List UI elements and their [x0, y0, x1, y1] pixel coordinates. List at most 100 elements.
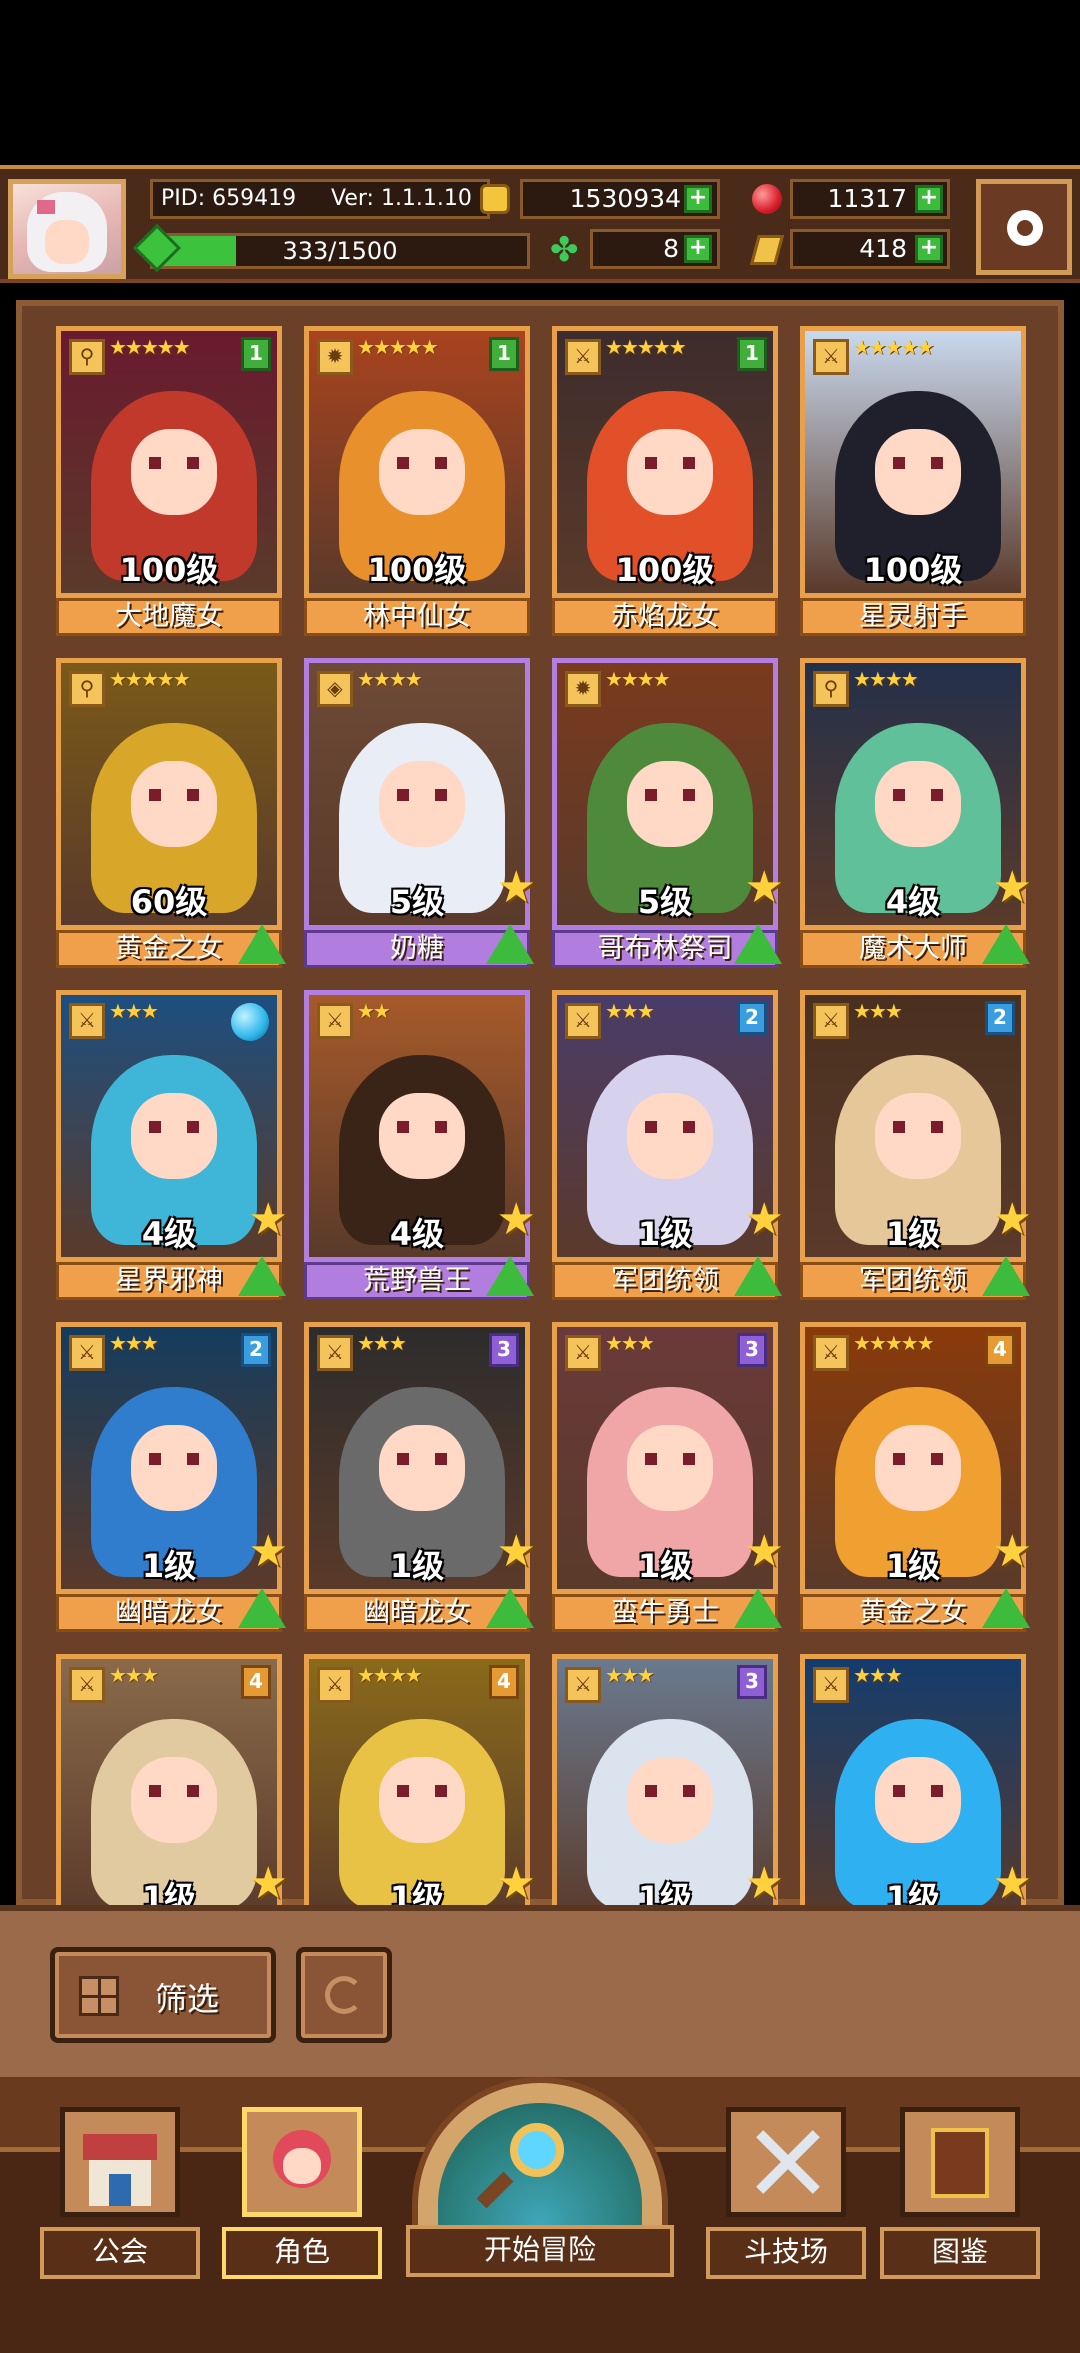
character-face	[627, 429, 713, 515]
sword-icon: ⚔	[565, 339, 601, 375]
character-card[interactable]: ⚔ ★★★★★ 100级 星灵射手	[800, 326, 1026, 636]
star-up-icon[interactable]: ★	[993, 1194, 1032, 1245]
nav-characters[interactable]: 角色	[222, 2107, 382, 2287]
character-card[interactable]: ✹ ★★★★★ 1 100级 林中仙女	[304, 326, 530, 636]
awakening-badge: 3	[737, 1333, 767, 1367]
character-eye	[149, 1453, 161, 1465]
star-up-icon[interactable]: ★	[497, 1194, 536, 1245]
character-card[interactable]: ⚔ ★★★ 2 1级 军团统领 ★	[800, 990, 1032, 1300]
sort-refresh-button[interactable]	[296, 1947, 392, 2043]
level-up-arrow-icon[interactable]	[238, 1588, 286, 1628]
character-level: 1级	[637, 1547, 693, 1585]
character-eye	[683, 1785, 695, 1797]
add-gold-button[interactable]: +	[684, 185, 712, 213]
sword-icon: ⚔	[565, 1667, 601, 1703]
character-name: 大地魔女	[56, 598, 282, 636]
character-eye	[931, 1785, 943, 1797]
star-up-icon[interactable]: ★	[249, 1194, 288, 1245]
rarity-stars: ★★★★★	[605, 335, 687, 359]
character-card[interactable]: ⚔ ★★ 4级 荒野兽王 ★	[304, 990, 536, 1300]
level-up-arrow-icon[interactable]	[734, 1588, 782, 1628]
character-level: 100级	[367, 551, 467, 589]
shield-icon: ◈	[317, 671, 353, 707]
level-up-arrow-icon[interactable]	[486, 1588, 534, 1628]
nav-arena[interactable]: 斗技场	[706, 2107, 866, 2287]
character-face	[627, 761, 713, 847]
star-up-icon[interactable]: ★	[497, 1526, 536, 1577]
character-card[interactable]: ✹ ★★★★ 5级 哥布林祭司 ★	[552, 658, 784, 968]
rarity-stars: ★★★★	[853, 667, 919, 691]
nav-guild[interactable]: 公会	[40, 2107, 200, 2287]
star-up-icon[interactable]: ★	[745, 862, 784, 913]
character-grid[interactable]: ⚲ ★★★★★ 1 100级 大地魔女 ✹ ★★★★★ 1 100级 林中仙女 ⚔ ★★★★★ 1 100…	[20, 318, 1060, 1906]
character-eye	[397, 457, 409, 469]
character-card[interactable]: ⚔ ★★★★ 4 1级 ★	[304, 1654, 536, 1906]
level-up-arrow-icon[interactable]	[238, 924, 286, 964]
sword-icon: ⚔	[813, 339, 849, 375]
character-face	[379, 1425, 465, 1511]
character-card[interactable]: ⚔ ★★★ 2 1级 军团统领 ★	[552, 990, 784, 1300]
avatar-face	[45, 220, 89, 264]
character-eye	[893, 789, 905, 801]
add-clover-button[interactable]: +	[684, 235, 712, 263]
character-level: 1级	[885, 1215, 941, 1253]
character-card[interactable]: ⚔ ★★★★★ 4 1级 黄金之女 ★	[800, 1322, 1032, 1632]
level-up-arrow-icon[interactable]	[238, 1256, 286, 1296]
staff-icon: ⚲	[813, 671, 849, 707]
level-up-arrow-icon[interactable]	[486, 924, 534, 964]
star-up-icon[interactable]: ★	[745, 1858, 784, 1906]
character-card[interactable]: ⚔ ★★★ 3 1级 幽暗龙女 ★	[304, 1322, 536, 1632]
character-card[interactable]: ⚔ ★★★ 3 1级 ★	[552, 1654, 784, 1906]
star-up-icon[interactable]: ★	[249, 1858, 288, 1906]
settings-button[interactable]	[976, 179, 1072, 275]
star-up-icon[interactable]: ★	[497, 862, 536, 913]
rarity-stars: ★★★	[605, 999, 655, 1023]
character-portrait: ⚲ ★★★★★ 1 100级	[56, 326, 282, 598]
character-icon	[242, 2107, 362, 2217]
character-level: 100级	[119, 551, 219, 589]
level-up-arrow-icon[interactable]	[982, 924, 1030, 964]
level-up-arrow-icon[interactable]	[982, 1588, 1030, 1628]
nav-codex[interactable]: 图鉴	[880, 2107, 1040, 2287]
level-up-arrow-icon[interactable]	[734, 1256, 782, 1296]
star-up-icon[interactable]: ★	[497, 1858, 536, 1906]
player-avatar[interactable]	[8, 179, 126, 279]
sword-icon: ⚔	[565, 1335, 601, 1371]
nav-adventure-label[interactable]: 开始冒险	[406, 2225, 674, 2277]
star-up-icon[interactable]: ★	[993, 862, 1032, 913]
rarity-stars: ★★★★	[605, 667, 671, 691]
rarity-stars: ★★★	[605, 1331, 655, 1355]
star-up-icon[interactable]: ★	[249, 1526, 288, 1577]
awakening-badge: 3	[737, 1665, 767, 1699]
star-up-icon[interactable]: ★	[993, 1858, 1032, 1906]
filter-button[interactable]: 筛选	[50, 1947, 276, 2043]
character-eye	[645, 1453, 657, 1465]
character-level: 1级	[637, 1215, 693, 1253]
level-up-arrow-icon[interactable]	[982, 1256, 1030, 1296]
rarity-stars: ★★★★★	[109, 667, 191, 691]
character-eye	[435, 1785, 447, 1797]
star-up-icon[interactable]: ★	[745, 1526, 784, 1577]
character-card[interactable]: ⚲ ★★★★★ 60级 黄金之女	[56, 658, 286, 968]
star-up-icon[interactable]: ★	[745, 1194, 784, 1245]
character-card[interactable]: ⚔ ★★★ 4级 星界邪神 ★	[56, 990, 288, 1300]
character-card[interactable]: ⚲ ★★★★ 4级 魔术大师 ★	[800, 658, 1032, 968]
rarity-stars: ★★★	[357, 1331, 407, 1355]
character-level: 1级	[141, 1879, 197, 1906]
character-face	[131, 1093, 217, 1179]
add-ticket-button[interactable]: +	[915, 235, 943, 263]
character-card[interactable]: ⚲ ★★★★★ 1 100级 大地魔女	[56, 326, 282, 636]
character-card[interactable]: ⚔ ★★★ 3 1级 蛮牛勇士 ★	[552, 1322, 784, 1632]
add-gem-button[interactable]: +	[915, 185, 943, 213]
character-level: 1级	[637, 1879, 693, 1906]
character-face	[875, 1425, 961, 1511]
character-card[interactable]: ⚔ ★★★ 1级 ★	[800, 1654, 1032, 1906]
sword-icon: ⚔	[317, 1003, 353, 1039]
character-card[interactable]: ◈ ★★★★ 5级 奶糖 ★	[304, 658, 536, 968]
level-up-arrow-icon[interactable]	[486, 1256, 534, 1296]
character-card[interactable]: ⚔ ★★★ 2 1级 幽暗龙女 ★	[56, 1322, 288, 1632]
character-card[interactable]: ⚔ ★★★★★ 1 100级 赤焰龙女	[552, 326, 778, 636]
star-up-icon[interactable]: ★	[993, 1526, 1032, 1577]
character-card[interactable]: ⚔ ★★★ 4 1级 ★	[56, 1654, 288, 1906]
level-up-arrow-icon[interactable]	[734, 924, 782, 964]
